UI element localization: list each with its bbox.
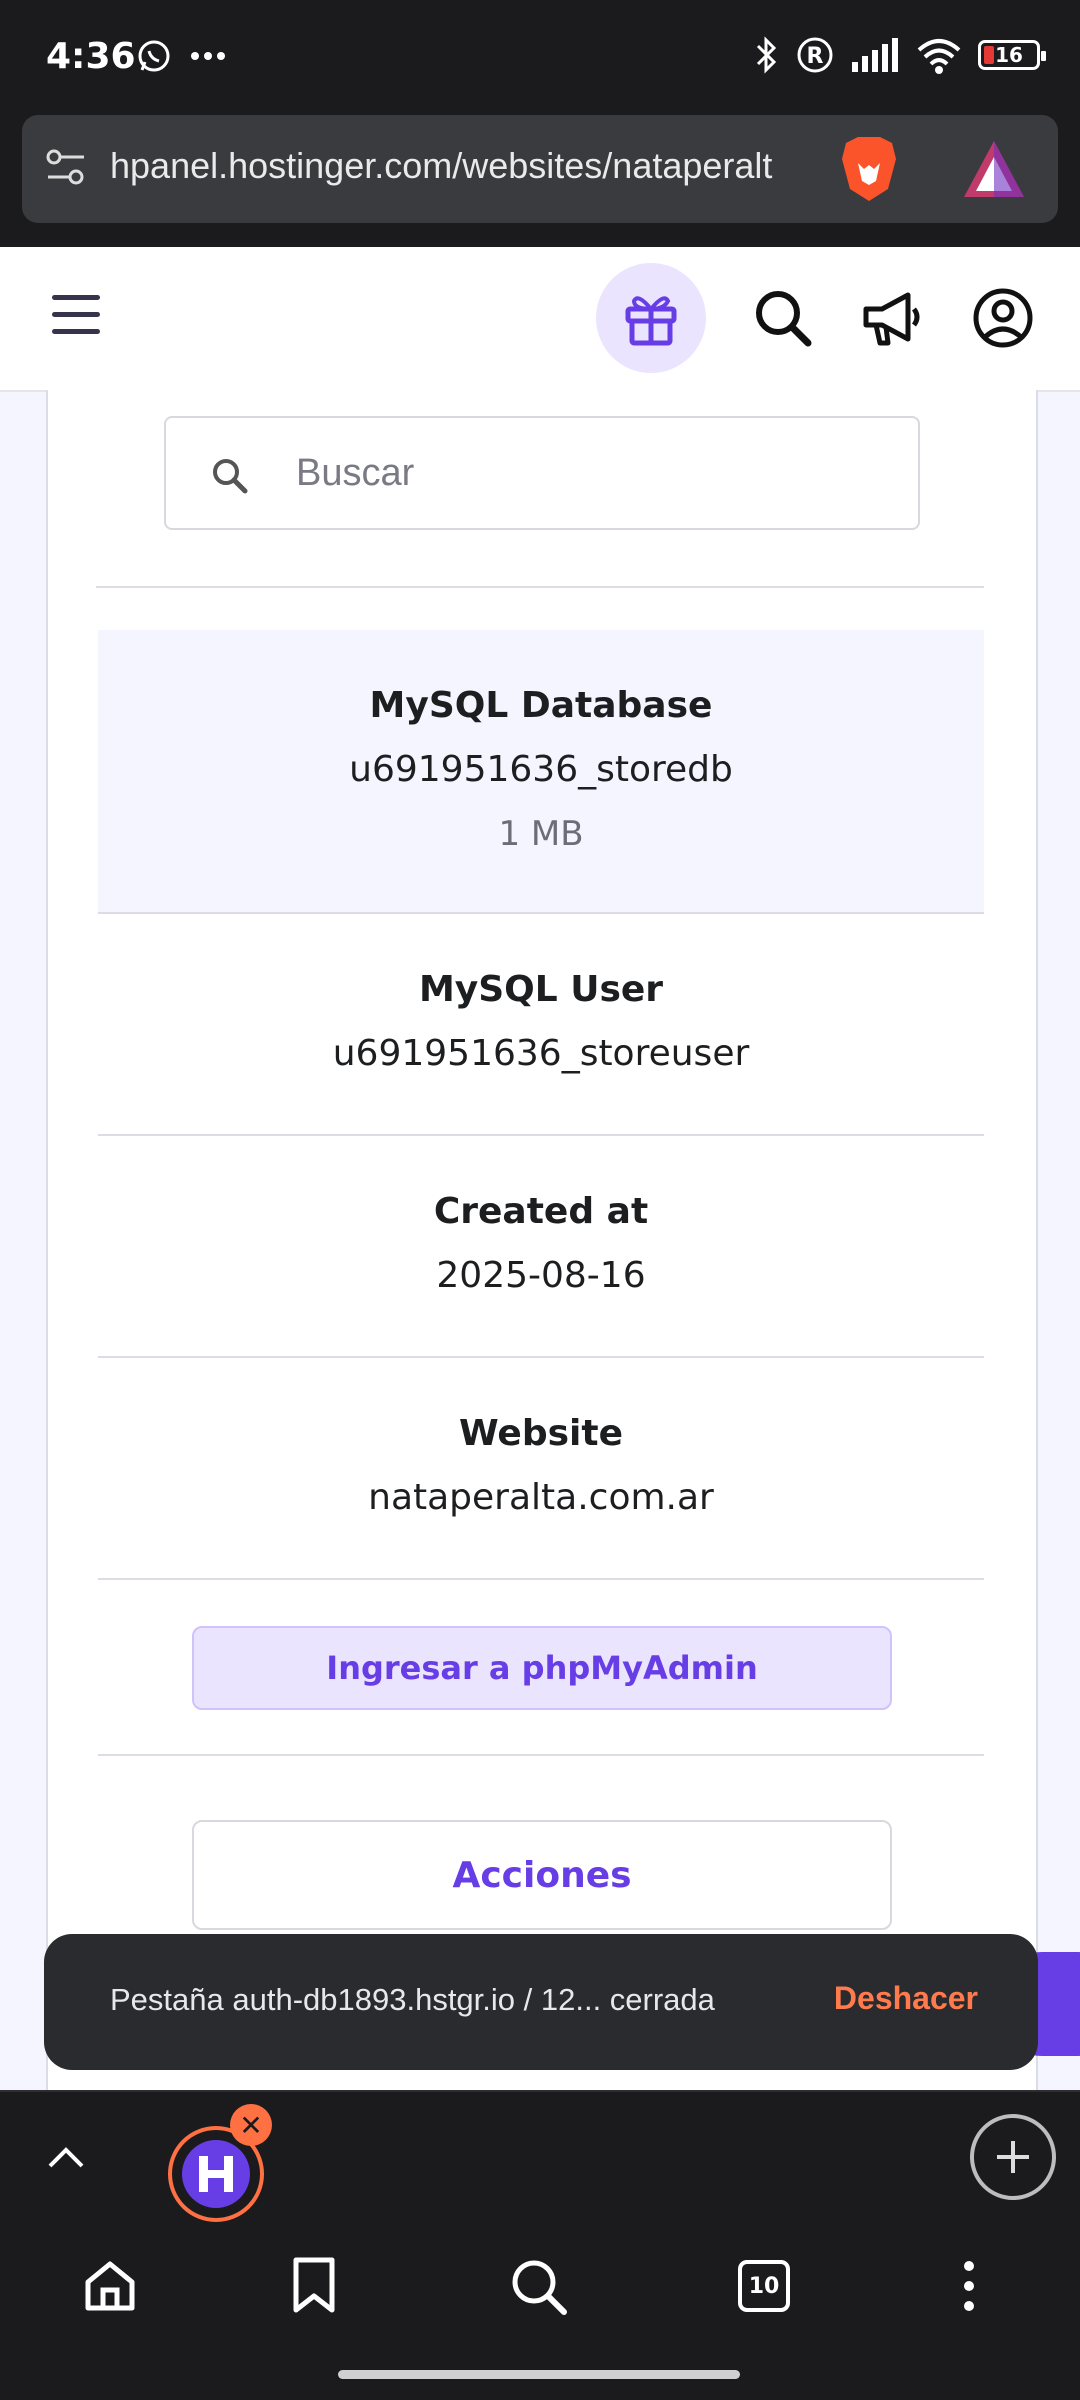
plus-icon [997, 2141, 1029, 2173]
undo-button[interactable]: Deshacer [834, 1980, 978, 2017]
more-vertical-icon[interactable] [954, 2256, 984, 2316]
user-name: u691951636_storeuser [332, 1033, 750, 1074]
gesture-bar[interactable] [338, 2370, 740, 2379]
phpmyadmin-button[interactable]: Ingresar a phpMyAdmin [192, 1626, 892, 1710]
url-text[interactable]: hpanel.hostinger.com/websites/nataperalt [110, 145, 830, 187]
home-icon[interactable] [80, 2256, 140, 2316]
search-input[interactable]: Buscar [164, 416, 920, 530]
database-details: MySQL Database u691951636_storedb 1 MB M… [98, 630, 984, 1956]
status-bar: 4:36 R 16 [0, 0, 1080, 115]
created-row: Created at 2025-08-16 [98, 1136, 984, 1358]
website-row: Website nataperalta.com.ar [98, 1358, 984, 1580]
battery-level: 16 [995, 43, 1023, 67]
gift-button[interactable] [596, 263, 706, 373]
registered-icon: R [797, 37, 833, 73]
tab-strip: ✕ [0, 2090, 1080, 2228]
close-tab-icon[interactable]: ✕ [230, 2104, 272, 2146]
user-label: MySQL User [418, 969, 664, 1010]
megaphone-icon[interactable] [860, 287, 926, 349]
account-icon[interactable] [972, 287, 1034, 349]
database-card: Buscar MySQL Database u691951636_storedb… [46, 390, 1038, 2090]
browser-toolbar: hpanel.hostinger.com/websites/nataperalt [0, 115, 1080, 247]
search-placeholder: Buscar [296, 452, 415, 494]
status-time: 4:36 [46, 36, 136, 77]
db-label: MySQL Database [369, 685, 713, 726]
db-size: 1 MB [498, 814, 584, 854]
bookmark-icon[interactable] [286, 2256, 342, 2316]
database-row: MySQL Database u691951636_storedb 1 MB [98, 630, 984, 914]
svg-text:R: R [807, 44, 824, 69]
menu-icon[interactable] [52, 295, 100, 346]
signal-icon [852, 38, 898, 72]
site-header [0, 247, 1080, 392]
actions-button[interactable]: Acciones [192, 1820, 892, 1930]
search-nav-icon[interactable] [508, 2256, 570, 2318]
db-name: u691951636_storedb [349, 749, 733, 790]
more-dots-icon [191, 52, 225, 60]
search-field-icon [213, 459, 248, 494]
hostinger-favicon [182, 2140, 250, 2208]
toast-message: Pestaña auth-db1893.hstgr.io / 12... cer… [110, 1982, 715, 2017]
divider [96, 586, 984, 588]
created-label: Created at [433, 1191, 649, 1232]
chevron-up-icon[interactable] [44, 2136, 88, 2180]
whatsapp-icon [138, 40, 170, 72]
bluetooth-icon [756, 36, 777, 74]
user-row: MySQL User u691951636_storeuser [98, 914, 984, 1136]
tab-count-button[interactable]: 10 [738, 2260, 790, 2312]
search-icon[interactable] [752, 287, 814, 349]
site-settings-icon[interactable] [44, 145, 88, 189]
brave-rewards-icon[interactable] [962, 139, 1026, 199]
actions-row: Acciones [98, 1756, 984, 1956]
wifi-icon [917, 39, 961, 74]
created-value: 2025-08-16 [436, 1255, 646, 1296]
phpmyadmin-row: Ingresar a phpMyAdmin [98, 1580, 984, 1756]
brave-shields-icon[interactable] [838, 133, 900, 205]
new-tab-button[interactable] [970, 2114, 1056, 2200]
tab-closed-toast: Pestaña auth-db1893.hstgr.io / 12... cer… [44, 1934, 1038, 2070]
battery-icon: 16 [978, 40, 1046, 70]
hostinger-logo-icon [199, 2156, 233, 2192]
website-label: Website [458, 1413, 623, 1454]
gift-icon [625, 296, 677, 346]
website-value: nataperalta.com.ar [368, 1477, 714, 1518]
address-bar[interactable]: hpanel.hostinger.com/websites/nataperalt [22, 115, 1058, 223]
